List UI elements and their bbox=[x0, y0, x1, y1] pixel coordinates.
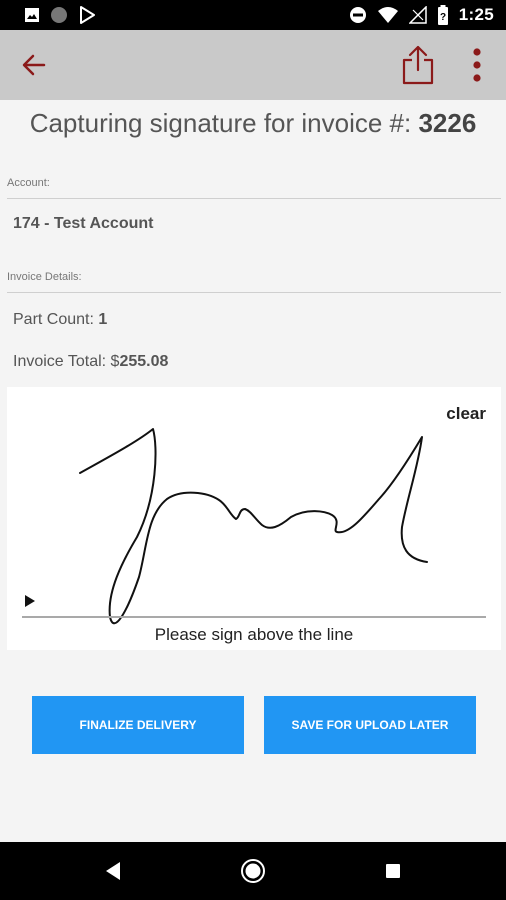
do-not-disturb-icon bbox=[349, 7, 366, 23]
arrow-back-icon bbox=[22, 54, 46, 76]
circle-icon bbox=[51, 7, 67, 23]
share-icon bbox=[402, 45, 434, 85]
account-label: Account: bbox=[7, 177, 50, 189]
invoice-details-label: Invoice Details: bbox=[7, 271, 82, 283]
image-icon bbox=[25, 8, 39, 22]
signature-pad[interactable]: clear Please sign above the line bbox=[7, 387, 501, 650]
nav-recents-icon bbox=[386, 864, 400, 878]
more-vert-icon bbox=[473, 48, 481, 82]
save-for-upload-later-button[interactable]: Save for Upload Later bbox=[264, 696, 476, 754]
invoice-total-value: 255.08 bbox=[119, 353, 169, 370]
account-value: 174 - Test Account bbox=[13, 215, 154, 232]
svg-text:?: ? bbox=[440, 12, 446, 23]
wifi-icon bbox=[377, 7, 398, 23]
signal-icon bbox=[408, 6, 427, 24]
nav-recents-button[interactable] bbox=[378, 856, 408, 886]
signature-baseline bbox=[22, 616, 486, 618]
invoice-total-label: Invoice Total: $ bbox=[13, 353, 120, 370]
invoice-details-divider bbox=[7, 292, 501, 293]
clear-signature-button[interactable]: clear bbox=[446, 404, 486, 424]
signature-start-marker-icon bbox=[25, 595, 35, 607]
part-count-row: Part Count: 1 bbox=[13, 311, 107, 329]
battery-icon: ? bbox=[437, 5, 448, 25]
nav-back-button[interactable] bbox=[98, 856, 128, 886]
more-options-button[interactable] bbox=[466, 46, 488, 84]
signature-caption: Please sign above the line bbox=[154, 625, 354, 644]
page-title: Capturing signature for invoice #: 3226 bbox=[0, 108, 506, 139]
part-count-value: 1 bbox=[98, 311, 108, 328]
invoice-total-row: Invoice Total: $255.08 bbox=[13, 353, 168, 371]
part-count-label: Part Count: bbox=[13, 311, 99, 328]
status-bar-right: ? 1:25 bbox=[349, 5, 494, 25]
nav-home-button[interactable] bbox=[238, 856, 268, 886]
signature-stroke bbox=[79, 428, 428, 625]
app-bar bbox=[0, 30, 506, 100]
status-bar: ? 1:25 bbox=[0, 0, 506, 30]
title-prefix: Capturing signature for invoice #: bbox=[29, 108, 419, 138]
back-button[interactable] bbox=[18, 50, 50, 80]
nav-home-icon bbox=[241, 859, 265, 883]
invoice-number: 3226 bbox=[418, 108, 477, 138]
nav-back-icon bbox=[106, 862, 120, 880]
status-bar-left bbox=[24, 6, 96, 24]
navigation-bar bbox=[0, 842, 506, 900]
status-time: 1:25 bbox=[458, 5, 494, 24]
play-store-icon bbox=[80, 6, 95, 24]
share-button[interactable] bbox=[400, 44, 436, 86]
finalize-delivery-button[interactable]: Finalize Delivery bbox=[32, 696, 244, 754]
account-divider bbox=[7, 198, 501, 199]
